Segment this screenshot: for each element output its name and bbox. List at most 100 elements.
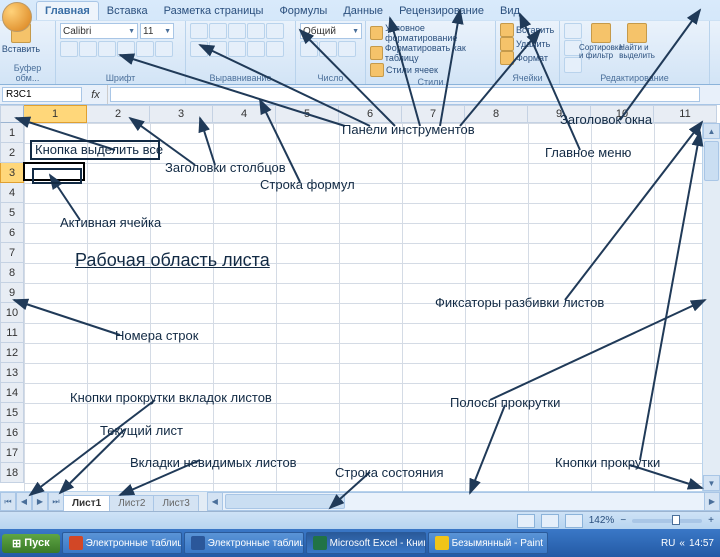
zoom-slider[interactable] — [632, 519, 702, 523]
row-header[interactable]: 3 — [0, 163, 24, 183]
row-header[interactable]: 12 — [0, 343, 24, 363]
column-header[interactable]: 2 — [87, 105, 150, 123]
row-header[interactable]: 5 — [0, 203, 24, 223]
tab-layout[interactable]: Разметка страницы — [156, 2, 272, 20]
column-header[interactable]: 3 — [150, 105, 213, 123]
taskbar-item[interactable]: Электронные таблицы... — [184, 532, 304, 554]
row-header[interactable]: 16 — [0, 423, 24, 443]
vscroll-thumb[interactable] — [704, 141, 719, 181]
tab-review[interactable]: Рецензирование — [391, 2, 492, 20]
tab-home[interactable]: Главная — [36, 1, 99, 20]
row-header[interactable]: 15 — [0, 403, 24, 423]
bold-button[interactable] — [60, 41, 78, 57]
font-color-button[interactable] — [155, 41, 173, 57]
sort-filter-button[interactable]: Сортировка и фильтр — [584, 23, 618, 60]
vscroll-track[interactable] — [703, 139, 720, 475]
hscroll-track[interactable] — [223, 492, 704, 511]
tab-data[interactable]: Данные — [335, 2, 391, 20]
system-tray[interactable]: RU « 14:57 — [657, 538, 718, 549]
italic-button[interactable] — [79, 41, 97, 57]
taskbar-item[interactable]: Безымянный - Paint — [428, 532, 548, 554]
align-center-button[interactable] — [209, 41, 227, 57]
column-header[interactable]: 10 — [591, 105, 654, 123]
row-header[interactable]: 8 — [0, 263, 24, 283]
tab-view[interactable]: Вид — [492, 2, 528, 20]
select-all-button[interactable] — [0, 105, 24, 123]
row-header[interactable]: 6 — [0, 223, 24, 243]
sheet-nav-first[interactable]: ⏮ — [0, 492, 16, 511]
row-header[interactable]: 13 — [0, 363, 24, 383]
font-size-combo[interactable]: 11▼ — [140, 23, 174, 39]
merge-button[interactable] — [266, 41, 284, 57]
orientation-button[interactable] — [247, 23, 265, 39]
scroll-down-button[interactable]: ▼ — [703, 475, 720, 491]
tab-formulas[interactable]: Формулы — [271, 2, 335, 20]
name-box[interactable]: R3C1 — [2, 87, 82, 102]
zoom-in-button[interactable]: + — [708, 515, 714, 526]
row-header[interactable]: 9 — [0, 283, 24, 303]
format-button[interactable]: Формат — [500, 51, 548, 65]
row-header[interactable]: 7 — [0, 243, 24, 263]
row-header[interactable]: 2 — [0, 143, 24, 163]
comma-button[interactable] — [338, 41, 356, 57]
sheet-nav-last[interactable]: ⏭ — [48, 492, 64, 511]
vertical-scrollbar[interactable]: ▲ ▼ — [702, 123, 720, 491]
sheet-tab-1[interactable]: Лист1 — [63, 495, 110, 511]
taskbar-item[interactable]: Электронные таблицы... — [62, 532, 182, 554]
border-button[interactable] — [117, 41, 135, 57]
column-header[interactable]: 11 — [654, 105, 717, 123]
start-button[interactable]: ⊞Пуск — [2, 534, 60, 553]
row-header[interactable]: 4 — [0, 183, 24, 203]
column-header[interactable]: 5 — [276, 105, 339, 123]
tray-chevron-icon[interactable]: « — [679, 538, 685, 549]
row-header[interactable]: 10 — [0, 303, 24, 323]
wrap-button[interactable] — [266, 23, 284, 39]
fx-button[interactable]: fx — [84, 85, 108, 104]
view-normal-button[interactable] — [517, 514, 535, 528]
taskbar-item[interactable]: Microsoft Excel - Книга... — [306, 532, 426, 554]
percent-button[interactable] — [319, 41, 337, 57]
row-header[interactable]: 14 — [0, 383, 24, 403]
column-header[interactable]: 7 — [402, 105, 465, 123]
column-header[interactable]: 9 — [528, 105, 591, 123]
align-right-button[interactable] — [228, 41, 246, 57]
office-button[interactable] — [2, 2, 32, 32]
zoom-thumb[interactable] — [672, 515, 680, 525]
indent-dec-button[interactable] — [247, 41, 265, 57]
align-mid-button[interactable] — [209, 23, 227, 39]
zoom-out-button[interactable]: − — [620, 515, 626, 526]
view-break-button[interactable] — [565, 514, 583, 528]
row-header[interactable]: 18 — [0, 463, 24, 483]
hscroll-thumb[interactable] — [225, 494, 345, 509]
scroll-left-button[interactable]: ◀ — [207, 492, 223, 511]
format-table-button[interactable]: Форматировать как таблицу — [370, 43, 491, 63]
row-header[interactable]: 17 — [0, 443, 24, 463]
fill-color-button[interactable] — [136, 41, 154, 57]
active-cell[interactable] — [23, 162, 85, 181]
tray-lang[interactable]: RU — [661, 538, 675, 549]
scroll-right-button[interactable]: ▶ — [704, 492, 720, 511]
view-layout-button[interactable] — [541, 514, 559, 528]
align-bot-button[interactable] — [228, 23, 246, 39]
formula-input[interactable] — [110, 87, 700, 102]
currency-button[interactable] — [300, 41, 318, 57]
sheet-tab-2[interactable]: Лист2 — [109, 495, 154, 511]
autosum-button[interactable] — [564, 23, 582, 39]
sheet-tab-3[interactable]: Лист3 — [153, 495, 198, 511]
cell-grid[interactable] — [24, 123, 702, 491]
align-left-button[interactable] — [190, 41, 208, 57]
underline-button[interactable] — [98, 41, 116, 57]
delete-button[interactable]: Удалить — [500, 37, 550, 51]
sheet-nav-next[interactable]: ▶ — [32, 492, 48, 511]
row-header[interactable]: 11 — [0, 323, 24, 343]
insert-button[interactable]: Вставить — [500, 23, 554, 37]
sheet-nav-prev[interactable]: ◀ — [16, 492, 32, 511]
column-header[interactable]: 6 — [339, 105, 402, 123]
row-header[interactable]: 1 — [0, 123, 24, 143]
column-header[interactable]: 1 — [24, 105, 87, 123]
number-format-combo[interactable]: Общий▼ — [300, 23, 362, 39]
cell-styles-button[interactable]: Стили ячеек — [370, 63, 438, 77]
cond-format-button[interactable]: Условное форматирование — [370, 23, 491, 43]
column-header[interactable]: 4 — [213, 105, 276, 123]
scroll-up-button[interactable]: ▲ — [703, 123, 720, 139]
